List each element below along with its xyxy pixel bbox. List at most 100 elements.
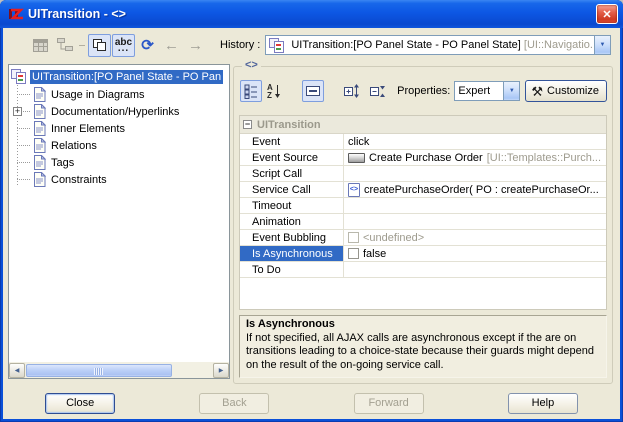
transition-icon: [269, 38, 285, 53]
properties-mode-dropdown-button[interactable]: ▼: [503, 82, 519, 100]
expand-plus-icon[interactable]: +: [13, 107, 22, 116]
property-row-service-call[interactable]: Service Call <> createPurchaseOrder( PO …: [240, 182, 606, 198]
properties-mode-combobox[interactable]: Expert ▼: [454, 81, 520, 101]
cascade-windows-button[interactable]: [88, 34, 111, 57]
tree-item-constraints[interactable]: Constraints: [9, 171, 229, 188]
window-title: UITransition - <>: [28, 7, 596, 21]
svg-text:Z: Z: [267, 91, 272, 99]
refresh-button[interactable]: ⟳: [136, 34, 159, 57]
customize-button[interactable]: ⚒ Customize: [525, 80, 607, 102]
property-grid: − UITransition Event click Event Source …: [239, 115, 607, 310]
scrollbar-thumb[interactable]: [26, 364, 172, 377]
close-dialog-button[interactable]: Close: [45, 393, 115, 414]
forward-arrow-icon: →: [188, 37, 203, 54]
tree-item-usage-in-diagrams[interactable]: Usage in Diagrams: [9, 86, 229, 103]
scroll-left-button[interactable]: ◀: [9, 363, 25, 378]
property-value[interactable]: <> createPurchaseOrder( PO : createPurch…: [344, 182, 606, 197]
document-icon: [33, 155, 46, 170]
history-forward-button[interactable]: →: [184, 34, 207, 57]
collapse-nodes-button[interactable]: [367, 80, 389, 102]
property-label: Animation: [240, 214, 344, 229]
tree-item-label: Tags: [51, 157, 74, 169]
categorized-view-icon: [244, 84, 258, 99]
scroll-right-button[interactable]: ▶: [213, 363, 229, 378]
document-icon: [33, 172, 46, 187]
history-combobox[interactable]: UITransition:[PO Panel State - PO Panel …: [265, 35, 611, 55]
document-icon: [33, 104, 46, 119]
tree-item-label: Constraints: [51, 174, 107, 186]
ui-component-icon: [348, 153, 365, 163]
chevron-down-icon: ▼: [509, 88, 515, 94]
abc-icon: abc...: [115, 39, 132, 51]
document-icon: [33, 138, 46, 153]
tree-view-button[interactable]: [53, 34, 76, 57]
history-back-button[interactable]: ←: [160, 34, 183, 57]
chevron-down-icon: ▼: [600, 42, 606, 48]
property-row-event-bubbling[interactable]: Event Bubbling <undefined>: [240, 230, 606, 246]
help-button[interactable]: Help: [508, 393, 578, 414]
tree-item-label: Inner Elements: [51, 123, 125, 135]
property-section-header[interactable]: − UITransition: [240, 116, 606, 134]
expand-nodes-button[interactable]: [341, 80, 363, 102]
property-value[interactable]: false: [344, 246, 606, 261]
tree-item-tags[interactable]: Tags: [9, 154, 229, 171]
property-row-animation[interactable]: Animation: [240, 214, 606, 230]
collapse-all-icon: [370, 83, 386, 99]
tree-item-inner-elements[interactable]: Inner Elements: [9, 120, 229, 137]
tree-item-documentation-hyperlinks[interactable]: + Documentation/Hyperlinks: [9, 103, 229, 120]
description-text: If not specified, all AJAX calls are asy…: [246, 332, 600, 373]
title-bar[interactable]: UITransition - <> ✕: [0, 0, 623, 28]
property-label: Timeout: [240, 198, 344, 213]
properties-toolbar: A Z: [240, 78, 607, 104]
dialog-button-bar: Close Back Forward Help: [3, 390, 620, 417]
overlapping-windows-icon: [92, 38, 107, 53]
properties-mode-value: Expert: [455, 85, 490, 97]
property-row-event[interactable]: Event click: [240, 134, 606, 150]
property-value[interactable]: [344, 262, 606, 277]
property-value[interactable]: <undefined>: [344, 230, 606, 245]
history-value: UITransition:[PO Panel State - PO Panel …: [288, 39, 594, 51]
toolbar-separator: [79, 45, 85, 46]
property-label: Is Asynchronous: [240, 246, 344, 261]
close-icon: ✕: [602, 8, 611, 21]
properties-groupbox: <> A Z: [233, 66, 613, 384]
property-label: Service Call: [240, 182, 344, 197]
tree-item-relations[interactable]: Relations: [9, 137, 229, 154]
categorized-view-button[interactable]: [240, 80, 262, 102]
property-row-is-asynchronous[interactable]: Is Asynchronous false: [240, 246, 606, 262]
description-area-icon: [306, 86, 320, 96]
property-row-script-call[interactable]: Script Call: [240, 166, 606, 182]
property-value[interactable]: [344, 214, 606, 229]
checkbox-unchecked[interactable]: [348, 232, 359, 243]
property-label: Event Bubbling: [240, 230, 344, 245]
property-label: Script Call: [240, 166, 344, 181]
tools-icon: ⚒: [531, 85, 543, 98]
service-call-icon: <>: [348, 183, 360, 197]
document-icon: [33, 87, 46, 102]
history-dropdown-button[interactable]: ▼: [594, 36, 610, 54]
property-row-event-source[interactable]: Event Source Create Purchase Order [UI::…: [240, 150, 606, 166]
checkbox-unchecked[interactable]: [348, 248, 359, 259]
transition-icon: [11, 69, 27, 84]
main-toolbar: abc... ⟳ ← → History : UITransition: [3, 28, 620, 62]
back-arrow-icon: ←: [164, 37, 179, 54]
show-description-button[interactable]: [302, 80, 324, 102]
sort-alphabetically-button[interactable]: A Z: [263, 80, 285, 102]
property-row-timeout[interactable]: Timeout: [240, 198, 606, 214]
collapse-section-icon[interactable]: −: [243, 120, 252, 129]
show-full-names-button[interactable]: abc...: [112, 34, 135, 57]
property-row-to-do[interactable]: To Do: [240, 262, 606, 278]
group-label: <>: [242, 59, 261, 71]
property-value[interactable]: [344, 166, 606, 181]
dialog-client-area: abc... ⟳ ← → History : UITransition: [3, 28, 620, 419]
tree-item-label: Usage in Diagrams: [51, 89, 145, 101]
tree-horizontal-scrollbar[interactable]: ◀ ▶: [9, 362, 229, 378]
table-view-button[interactable]: [29, 34, 52, 57]
property-value[interactable]: [344, 198, 606, 213]
tree-root-item[interactable]: UITransition:[PO Panel State - PO Pan: [9, 67, 229, 86]
property-value[interactable]: Create Purchase Order [UI::Templates::Pu…: [344, 150, 606, 165]
app-logo-icon: [6, 6, 24, 22]
description-panel: Is Asynchronous If not specified, all AJ…: [239, 315, 607, 378]
close-button[interactable]: ✕: [596, 4, 618, 24]
property-value[interactable]: click: [344, 134, 606, 149]
